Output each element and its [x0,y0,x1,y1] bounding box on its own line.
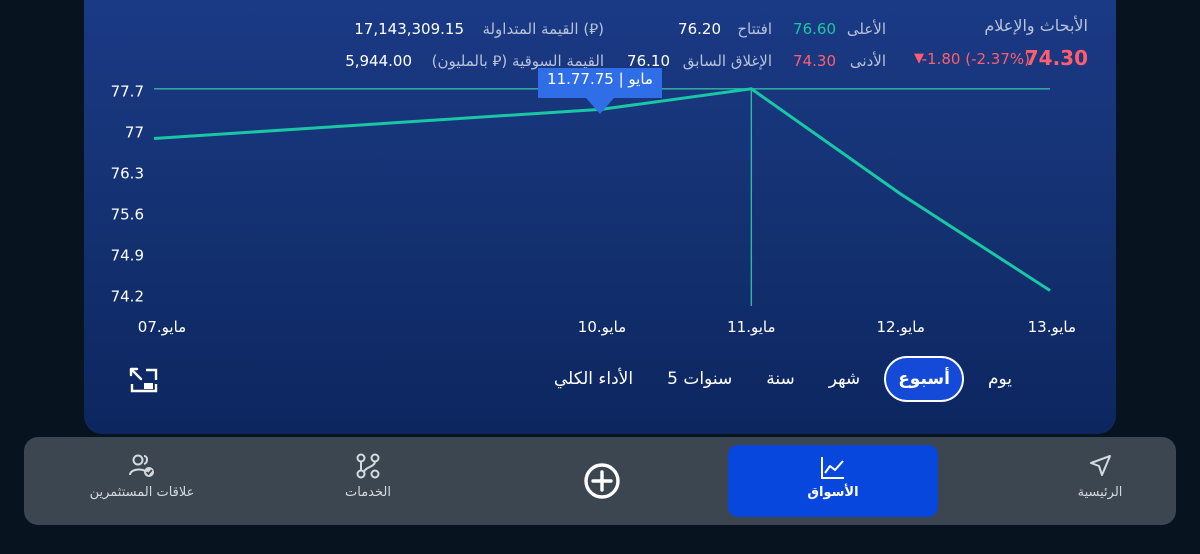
range-week[interactable]: أسبوع [884,356,964,402]
y-tick-label: 75.6 [111,205,144,223]
y-tick-label: 77.7 [111,83,144,101]
range-month[interactable]: شهر [819,356,870,402]
range-all-time[interactable]: الأداء الكلي [544,356,643,402]
nav-investor-relations[interactable]: علاقات المستثمرين [72,437,212,525]
nav-services[interactable]: الخدمات [308,437,428,525]
users-check-icon [129,454,154,477]
x-tick-label: 13.مايو [1028,318,1076,336]
send-arrow-icon [1090,455,1111,476]
nav-investor-relations-label: علاقات المستثمرين [89,485,195,500]
y-tick-label: 74.2 [111,287,144,305]
plus-circle-icon [584,463,620,499]
range-day[interactable]: يوم [978,356,1022,402]
nav-markets[interactable]: الأسواق [728,445,938,517]
x-tick-label: 10.مايو [578,318,626,336]
line-chart-icon [821,457,844,479]
tooltip-pointer [586,98,614,114]
nav-home[interactable]: الرئيسية [1040,437,1160,525]
fullscreen-toggle-icon[interactable] [128,366,160,394]
bottom-navigation: الرئيسية الأسواق الخدمات علاقات المستثمر… [24,437,1176,525]
nav-services-label: الخدمات [345,485,391,500]
x-tick-label: 12.مايو [876,318,924,336]
nav-home-label: الرئيسية [1077,485,1123,500]
price-series-line [153,87,1051,292]
y-tick-label: 77 [125,124,144,142]
stock-card: الأبحاث والإعلام 74.30 -1.80 (-2.37%) ▼ … [84,0,1116,434]
x-tick-label: 11.مايو [727,318,775,336]
y-tick-label: 76.3 [111,165,144,183]
y-tick-label: 74.9 [111,246,144,264]
range-5-years[interactable]: 5 سنوات [657,356,742,402]
chart-tooltip: 11.مايو | 77.75 [538,68,662,98]
nav-add[interactable] [572,437,632,525]
range-year[interactable]: سنة [756,356,805,402]
nav-markets-label: الأسواق [807,485,859,500]
branch-icon [356,453,380,479]
range-selector: يوم أسبوع شهر سنة 5 سنوات الأداء الكلي [544,356,1022,402]
x-tick-label: 07.مايو [138,318,186,336]
